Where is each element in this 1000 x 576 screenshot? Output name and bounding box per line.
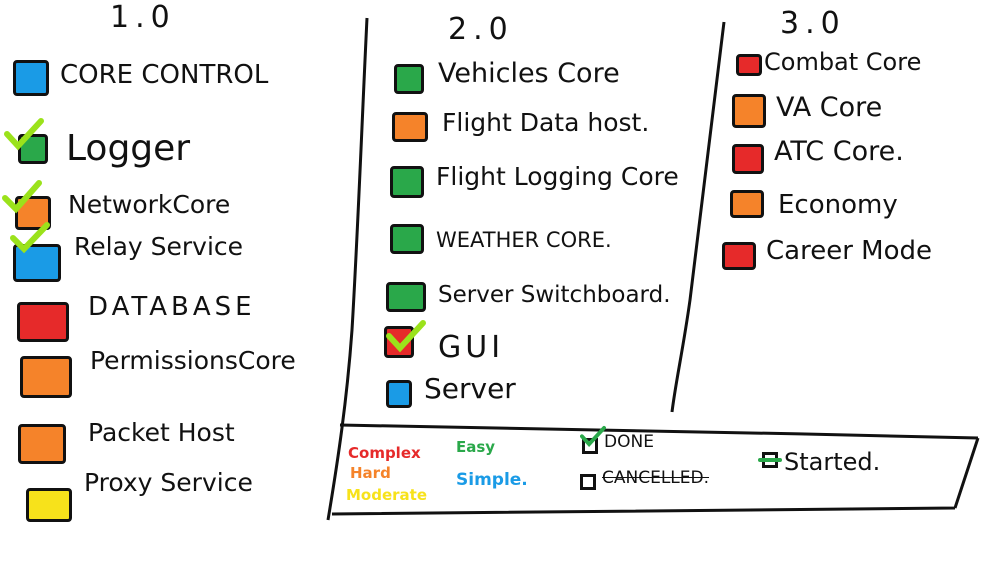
item-label-server: Server (424, 372, 516, 405)
item-label-economy: Economy (778, 190, 898, 220)
legend-difficulty-hard: Hard (350, 464, 391, 482)
legend-difficulty-easy: Easy (456, 438, 496, 456)
legend-difficulty-complex: Complex (348, 444, 421, 462)
legend-status-started-label: Started. (784, 448, 881, 476)
item-box-core-control (13, 60, 49, 96)
item-box-va-core (732, 94, 766, 128)
legend-status-cancelled-label: CANCELLED. (602, 468, 710, 488)
item-box-server-switchboard (386, 282, 426, 312)
item-box-vehicles-core (394, 64, 424, 94)
item-label-career-mode: Career Mode (766, 236, 932, 266)
item-label-proxy-service: Proxy Service (84, 468, 253, 497)
item-box-database (17, 302, 69, 342)
item-box-combat-core (736, 54, 762, 76)
check-icon (10, 222, 50, 254)
item-label-core-control: CORE CONTROL (60, 60, 269, 90)
column-header-3: 3.0 (780, 6, 846, 41)
item-box-atc-core (732, 144, 764, 174)
column-header-2: 2.0 (448, 12, 514, 47)
legend-difficulty-simple: Simple. (456, 470, 528, 490)
item-label-gui: GUI (438, 330, 505, 365)
legend-difficulty-moderate: Moderate (346, 486, 428, 504)
column-divider-2 (670, 21, 726, 413)
item-box-proxy-service (26, 488, 72, 522)
legend-status-cancelled-box (580, 474, 596, 490)
dash-icon (758, 458, 782, 462)
item-box-weather-core (390, 224, 424, 254)
item-box-server (386, 380, 412, 408)
item-label-logger: Logger (66, 128, 191, 169)
item-label-database: DATABASE (88, 292, 256, 322)
check-icon (4, 118, 44, 151)
item-label-weather-core: WEATHER CORE. (436, 228, 612, 252)
item-label-va-core: VA Core (776, 92, 883, 123)
check-icon (386, 320, 426, 353)
item-label-network-core: NetworkCore (68, 190, 231, 219)
item-label-relay-service: Relay Service (74, 232, 244, 261)
item-label-packet-host: Packet Host (88, 418, 235, 447)
item-label-atc-core: ATC Core. (774, 136, 904, 167)
item-label-flight-data-host: Flight Data host. (442, 108, 650, 137)
check-icon (580, 425, 606, 448)
item-box-career-mode (722, 242, 756, 270)
column-header-1: 1.0 (110, 0, 176, 35)
item-label-server-switchboard: Server Switchboard. (438, 282, 671, 308)
item-label-combat-core: Combat Core (764, 48, 922, 76)
item-label-vehicles-core: Vehicles Core (438, 58, 620, 89)
item-box-flight-logging-core (390, 166, 424, 198)
item-label-permissions-core: PermissionsCore (90, 346, 296, 375)
check-icon (2, 180, 42, 214)
item-label-flight-logging-core: Flight Logging Core (436, 162, 679, 191)
legend-status-done-label: DONE (604, 432, 654, 452)
item-box-flight-data-host (392, 112, 428, 142)
item-box-permissions-core (20, 356, 72, 398)
item-box-economy (730, 190, 764, 218)
item-box-packet-host (18, 424, 66, 464)
